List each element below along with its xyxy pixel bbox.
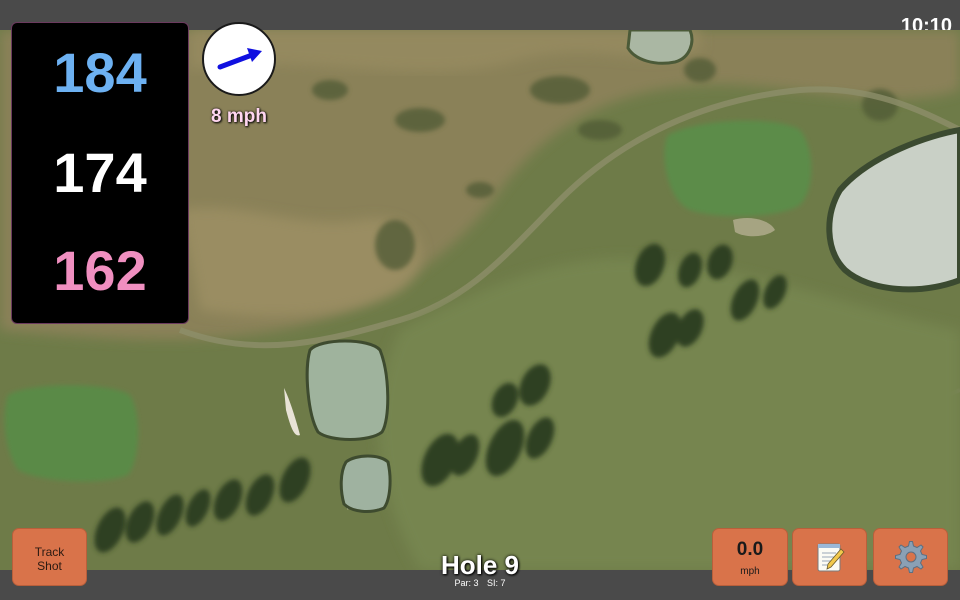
notepad-icon [817, 543, 845, 572]
par-label: Par: 3 [454, 578, 479, 588]
middle-distance: 174 [53, 141, 147, 204]
hole-title: Hole 9 [440, 550, 520, 580]
wind-dial [202, 22, 276, 96]
track-shot-label: Track Shot [34, 545, 65, 573]
track-shot-button[interactable]: Track Shot [12, 528, 87, 586]
stroke-index-label: SI: 7 [487, 578, 506, 588]
distance-panel: 184 174 162 [11, 22, 189, 324]
front-distance: 162 [53, 239, 147, 302]
settings-button[interactable] [873, 528, 948, 586]
wind-speed: 8 mph [211, 106, 267, 127]
gear-icon [894, 541, 927, 573]
hole-info: Par: 3 SI: 7 [380, 578, 580, 588]
speed-value: 0.0 [736, 539, 764, 560]
notes-button[interactable] [792, 528, 867, 586]
speed-button[interactable]: 0.0 mph [712, 528, 788, 586]
speed-unit: mph [740, 566, 760, 577]
wind-arrow-icon [217, 48, 262, 70]
back-distance: 184 [53, 41, 147, 104]
